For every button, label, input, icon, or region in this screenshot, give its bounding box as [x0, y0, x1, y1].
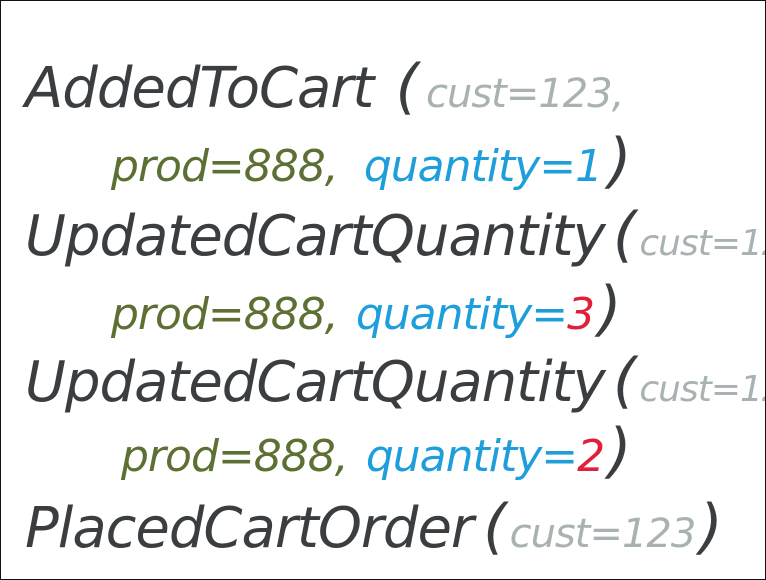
quantity-label: quantity= — [365, 431, 578, 482]
event-2-line-2: prod=888, quantity=3) — [111, 279, 622, 340]
quantity-label: quantity= — [355, 289, 568, 340]
close-paren: ) — [608, 416, 631, 486]
event-1-line-1: AddedToCart ( cust=123, — [25, 57, 624, 117]
quantity-label: quantity= — [363, 141, 576, 192]
open-paren: ( — [395, 52, 418, 122]
close-paren: ) — [598, 274, 621, 344]
cust-arg: cust=123, — [639, 369, 765, 410]
prod-arg: prod=888, — [121, 431, 349, 482]
quantity-value: 2 — [577, 431, 605, 482]
event-name: UpdatedCartQuantity — [25, 204, 606, 269]
open-paren: ( — [483, 492, 506, 562]
prod-arg: prod=888, — [111, 289, 339, 340]
event-4-line-1: PlacedCartOrder ( cust=123) — [25, 497, 723, 557]
open-paren: ( — [612, 346, 636, 416]
event-stream-diagram: AddedToCart ( cust=123, prod=888, quanti… — [0, 0, 766, 580]
event-1-line-2: prod=888, quantity=1) — [111, 131, 632, 192]
cust-arg: cust=123, — [425, 71, 624, 117]
event-3-line-2: prod=888, quantity=2) — [121, 421, 632, 482]
open-paren: ( — [612, 200, 636, 270]
event-name: AddedToCart — [25, 56, 374, 121]
event-3-line-1: UpdatedCartQuantity ( cust=123, — [25, 351, 765, 411]
event-name: PlacedCartOrder — [25, 496, 474, 561]
event-name: UpdatedCartQuantity — [25, 350, 606, 415]
quantity-value: 3 — [567, 289, 595, 340]
cust-arg: cust=123, — [639, 223, 765, 264]
cust-arg: cust=123 — [509, 511, 697, 557]
close-paren: ) — [608, 126, 631, 196]
quantity-value: 1 — [575, 141, 603, 192]
prod-arg: prod=888, — [111, 141, 339, 192]
close-paren: ) — [699, 492, 722, 562]
event-2-line-1: UpdatedCartQuantity ( cust=123, — [25, 205, 765, 265]
